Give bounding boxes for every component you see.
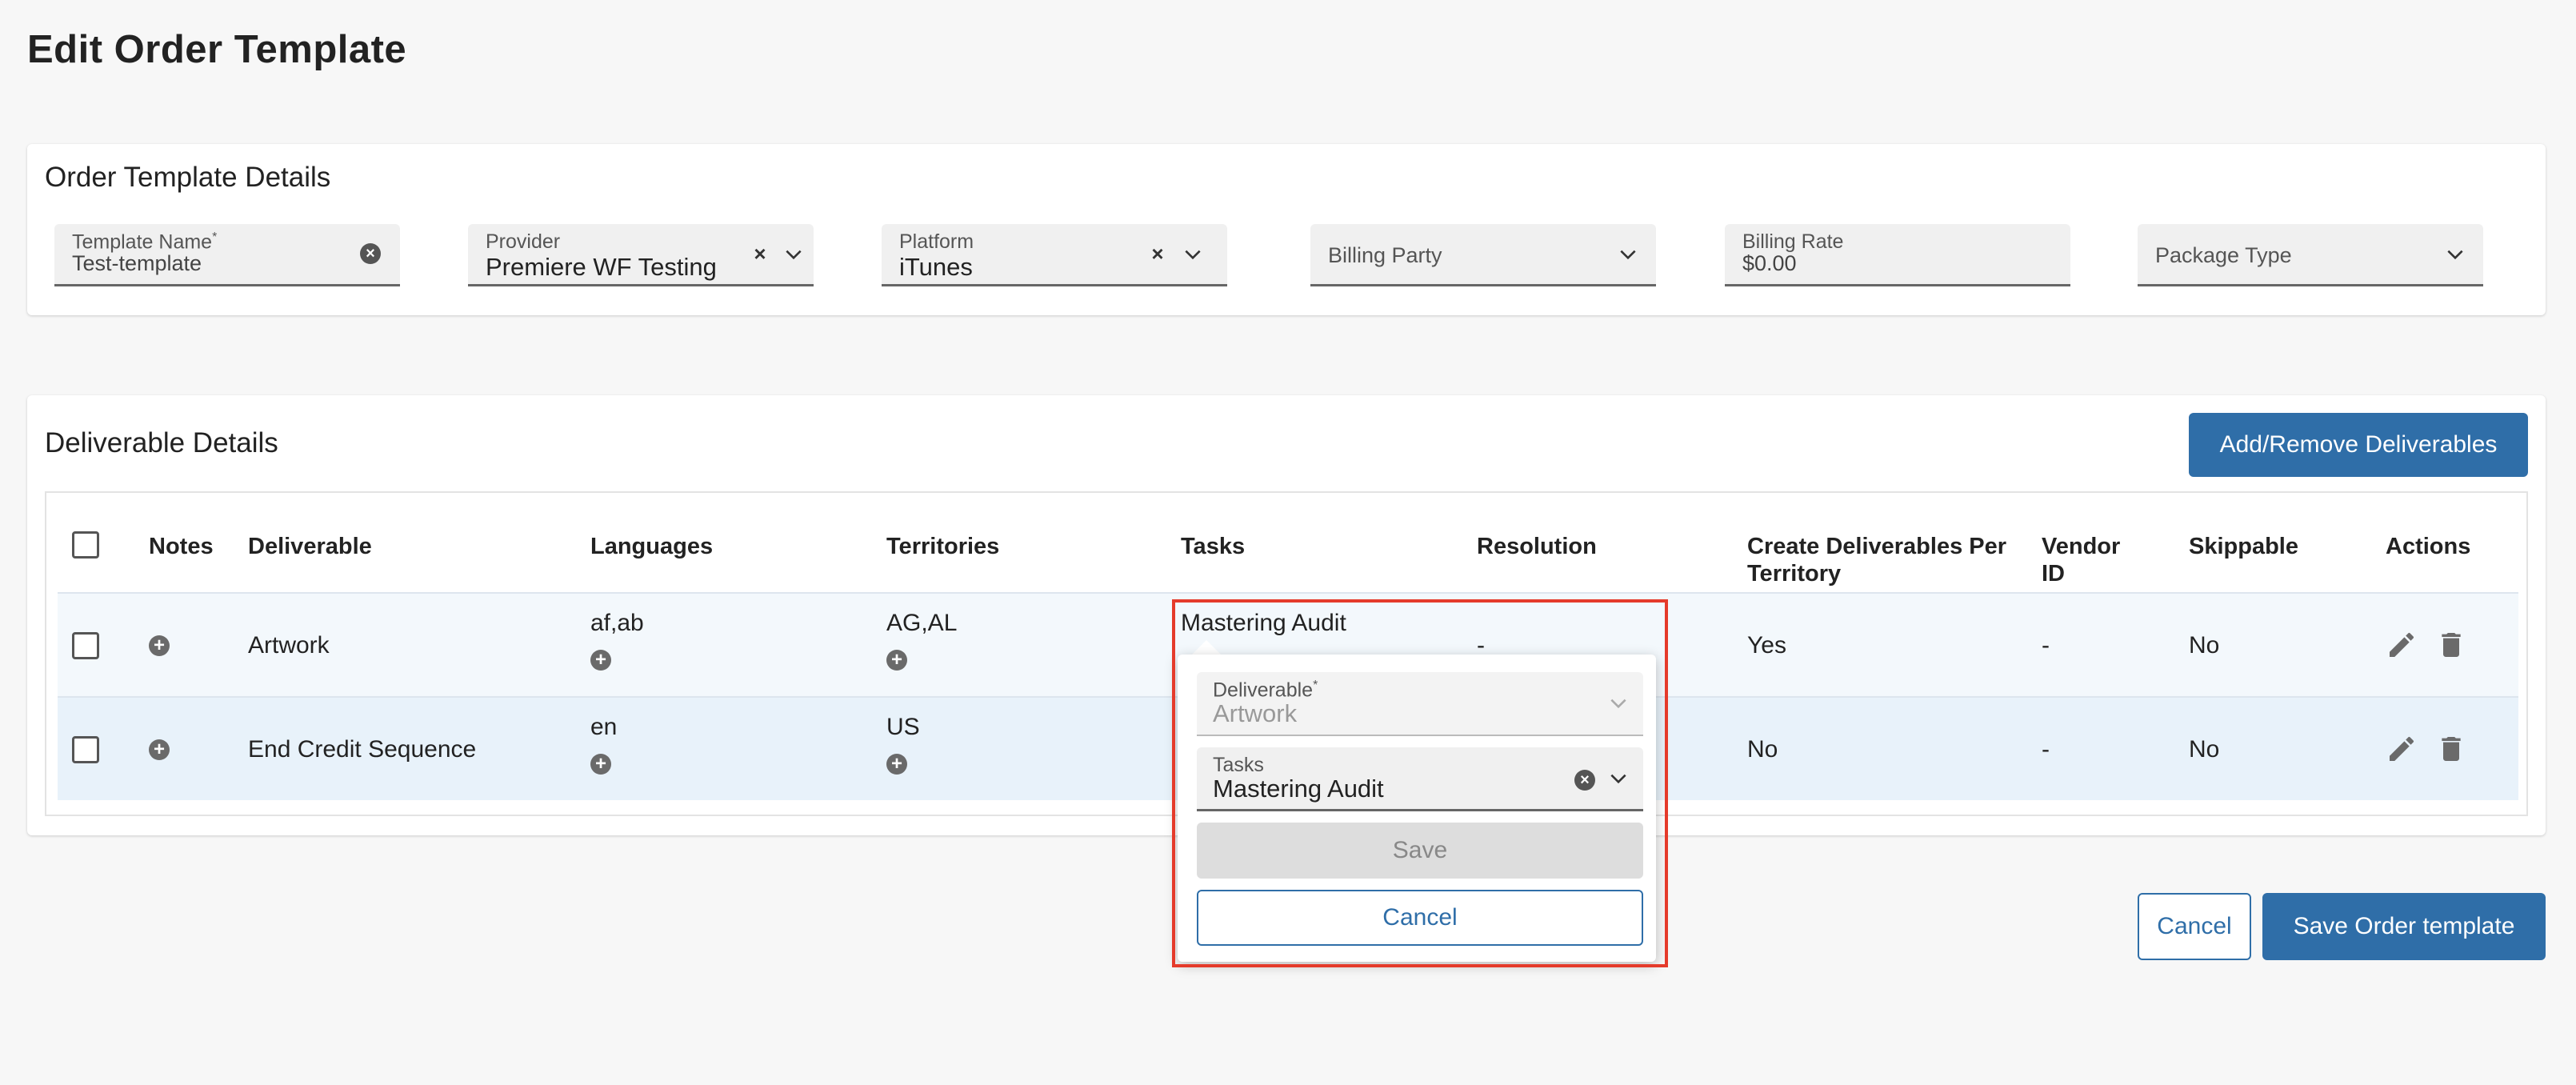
billing-rate-label: Billing Rate bbox=[1742, 230, 1844, 253]
col-header-deliverable: Deliverable bbox=[248, 534, 372, 559]
col-header-create-per-territory: Create Deliverables Per Territory bbox=[1747, 534, 2007, 587]
languages-cell: af,ab bbox=[590, 610, 644, 636]
provider-field[interactable]: Provider Premiere WF Testing × bbox=[468, 224, 814, 286]
billing-party-field[interactable]: Billing Party bbox=[1310, 224, 1656, 286]
platform-field[interactable]: Platform iTunes × bbox=[882, 224, 1227, 286]
chevron-down-icon[interactable] bbox=[782, 224, 806, 284]
deliverable-cell: End Credit Sequence bbox=[248, 736, 477, 763]
create-per-territory-cell: No bbox=[1747, 736, 1778, 763]
create-per-territory-cell: Yes bbox=[1747, 632, 1786, 659]
deliverable-details-title: Deliverable Details bbox=[45, 427, 278, 458]
row-checkbox[interactable] bbox=[72, 632, 99, 659]
save-order-template-button[interactable]: Save Order template bbox=[2262, 893, 2546, 960]
chevron-down-icon[interactable] bbox=[2443, 224, 2467, 284]
add-territory-icon[interactable]: + bbox=[886, 650, 907, 671]
template-name-field[interactable]: Template Name* Test-template × bbox=[54, 224, 400, 286]
clear-icon[interactable]: × bbox=[748, 224, 772, 284]
chevron-down-icon[interactable] bbox=[1616, 224, 1640, 284]
deliverable-cell: Artwork bbox=[248, 632, 330, 659]
col-header-territories: Territories bbox=[886, 534, 1000, 559]
col-header-skippable: Skippable bbox=[2189, 534, 2298, 559]
clear-icon[interactable]: × bbox=[1146, 224, 1170, 284]
skippable-cell: No bbox=[2189, 736, 2220, 763]
chevron-down-icon[interactable] bbox=[1181, 224, 1205, 284]
tasks-cell[interactable]: Mastering Audit bbox=[1181, 610, 1346, 637]
edit-icon[interactable] bbox=[2386, 733, 2418, 769]
platform-value: iTunes bbox=[899, 253, 973, 281]
package-type-label: Package Type bbox=[2155, 243, 2292, 267]
vendor-id-cell: - bbox=[2042, 736, 2050, 763]
add-territory-icon[interactable]: + bbox=[886, 754, 907, 775]
tasks-select[interactable]: Tasks Mastering Audit × bbox=[1197, 747, 1643, 811]
col-header-notes: Notes bbox=[149, 534, 214, 559]
clear-icon[interactable]: × bbox=[360, 243, 381, 264]
popover-arrow bbox=[1190, 640, 1222, 656]
provider-label: Provider bbox=[486, 230, 561, 253]
order-template-details-card: Order Template Details Template Name* Te… bbox=[27, 144, 2546, 315]
billing-rate-field[interactable]: Billing Rate $0.00 bbox=[1725, 224, 2070, 286]
edit-tasks-popover: Deliverable* Artwork Tasks Mastering Aud… bbox=[1178, 655, 1656, 962]
col-header-tasks: Tasks bbox=[1181, 534, 1246, 559]
chevron-down-icon bbox=[1606, 672, 1630, 735]
add-remove-deliverables-button[interactable]: Add/Remove Deliverables bbox=[2189, 413, 2528, 477]
deliverable-value: Artwork bbox=[1213, 699, 1298, 727]
col-header-actions: Actions bbox=[2386, 534, 2471, 559]
platform-label: Platform bbox=[899, 230, 974, 253]
col-header-vendor-id: Vendor ID bbox=[2042, 534, 2121, 587]
edit-icon[interactable] bbox=[2386, 629, 2418, 665]
required-marker: * bbox=[212, 230, 218, 244]
add-language-icon[interactable]: + bbox=[590, 754, 611, 775]
tasks-value: Mastering Audit bbox=[1213, 775, 1384, 803]
tasks-label: Tasks bbox=[1213, 754, 1264, 776]
cancel-button[interactable]: Cancel bbox=[2138, 893, 2251, 960]
popover-cancel-button[interactable]: Cancel bbox=[1197, 890, 1643, 946]
skippable-cell: No bbox=[2189, 632, 2220, 659]
add-language-icon[interactable]: + bbox=[590, 650, 611, 671]
package-type-field[interactable]: Package Type bbox=[2138, 224, 2483, 286]
template-name-label: Template Name bbox=[72, 230, 213, 254]
provider-value: Premiere WF Testing bbox=[486, 253, 717, 281]
required-marker: * bbox=[1313, 679, 1318, 692]
vendor-id-cell: - bbox=[2042, 632, 2050, 659]
clear-icon[interactable]: × bbox=[1574, 770, 1595, 791]
add-note-icon[interactable]: + bbox=[149, 739, 170, 760]
languages-cell: en bbox=[590, 714, 618, 740]
order-template-details-title: Order Template Details bbox=[45, 162, 331, 193]
select-all-checkbox[interactable] bbox=[72, 531, 99, 559]
row-checkbox[interactable] bbox=[72, 736, 99, 763]
popover-save-button[interactable]: Save bbox=[1197, 823, 1643, 879]
territories-cell: AG,AL bbox=[886, 610, 958, 636]
billing-party-label: Billing Party bbox=[1328, 243, 1442, 267]
page-title: Edit Order Template bbox=[27, 28, 407, 71]
territories-cell: US bbox=[886, 714, 920, 740]
col-header-resolution: Resolution bbox=[1477, 534, 1597, 559]
col-header-languages: Languages bbox=[590, 534, 714, 559]
deliverable-label: Deliverable bbox=[1213, 679, 1314, 702]
add-note-icon[interactable]: + bbox=[149, 635, 170, 656]
deliverable-select: Deliverable* Artwork bbox=[1197, 672, 1643, 736]
template-name-value: Test-template bbox=[72, 251, 202, 275]
delete-icon[interactable] bbox=[2435, 629, 2467, 665]
delete-icon[interactable] bbox=[2435, 733, 2467, 769]
billing-rate-value: $0.00 bbox=[1742, 251, 1797, 275]
chevron-down-icon[interactable] bbox=[1606, 747, 1630, 809]
